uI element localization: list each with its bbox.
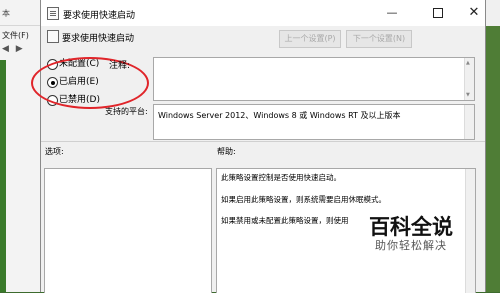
background-nav-arrows[interactable]: ◀ ▶ — [2, 44, 25, 54]
desktop-background — [484, 0, 500, 292]
platform-label: 支持的平台: — [105, 107, 148, 116]
comment-scrollbar[interactable]: ▲ ▼ — [464, 58, 474, 100]
background-window-title: 本 — [2, 9, 10, 18]
scroll-up-icon[interactable]: ▲ — [466, 60, 470, 66]
minimize-button[interactable]: — — [383, 4, 401, 22]
watermark-subtitle: 助你轻松解决 — [375, 239, 447, 252]
maximize-icon — [433, 8, 443, 18]
maximize-button[interactable] — [429, 4, 447, 22]
minimize-icon: — — [386, 6, 398, 19]
background-titlebar — [484, 0, 500, 26]
help-text: 如果禁用或未配置此策略设置，则使用 — [221, 216, 349, 225]
comment-label: 注释: — [109, 61, 131, 71]
help-scrollbar[interactable] — [465, 169, 475, 293]
background-desktop-strip — [0, 60, 6, 292]
title-bar: 要求使用快速启动 — ✕ — [41, 0, 485, 26]
close-icon: ✕ — [468, 5, 480, 20]
help-text: 如果启用此策略设置，则系统需要启用休眠模式。 — [221, 195, 386, 204]
watermark: 百科全说 助你轻松解决 — [363, 215, 459, 253]
next-setting-button[interactable]: 下一个设置(N) — [346, 30, 412, 48]
options-panel — [44, 168, 212, 293]
background-file-menu[interactable]: 文件(F) — [2, 30, 29, 41]
scroll-down-icon[interactable]: ▼ — [466, 92, 470, 98]
help-label: 帮助: — [217, 147, 236, 156]
section-divider — [41, 141, 485, 142]
help-text: 此策略设置控制是否使用快速启动。 — [221, 173, 341, 182]
policy-icon — [47, 7, 59, 20]
platform-scrollbar[interactable] — [464, 105, 474, 139]
previous-setting-button[interactable]: 上一个设置(P) — [279, 30, 341, 48]
comment-textarea[interactable]: ▲ ▼ — [153, 57, 475, 101]
platform-field: Windows Server 2012、Windows 8 或 Windows … — [153, 104, 475, 140]
options-label: 选项: — [45, 147, 64, 156]
watermark-title: 百科全说 — [369, 215, 453, 239]
close-button[interactable]: ✕ — [465, 4, 483, 22]
setting-title: 要求使用快速启动 — [62, 34, 135, 44]
window-title: 要求使用快速启动 — [63, 11, 136, 21]
setting-icon — [47, 30, 59, 43]
highlight-annotation — [31, 57, 149, 109]
platform-value: Windows Server 2012、Windows 8 或 Windows … — [158, 111, 401, 120]
